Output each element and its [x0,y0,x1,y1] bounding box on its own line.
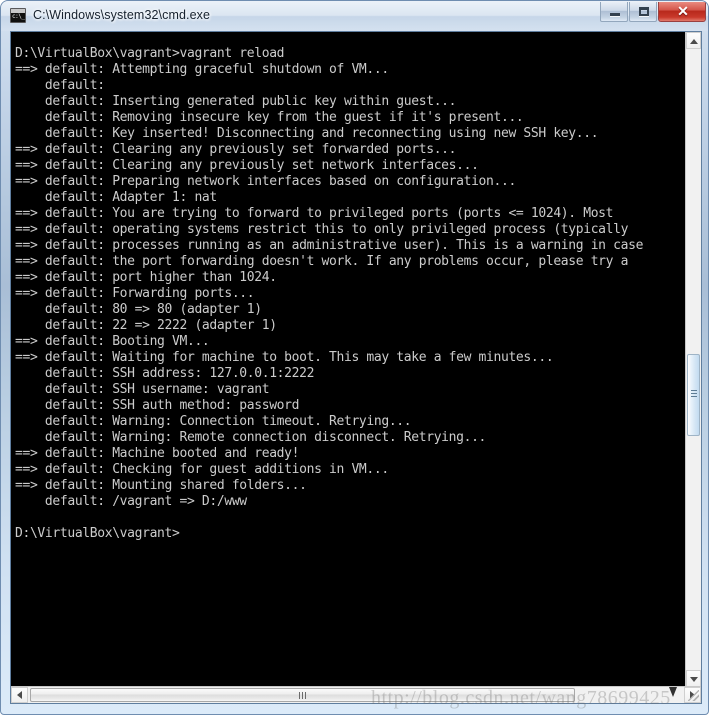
grip-icon [298,692,307,699]
maximize-icon [639,7,649,16]
minimize-button[interactable] [600,2,628,22]
console-line: ==> default: Machine booted and ready! [15,446,300,461]
console-line: ==> default: Clearing any previously set… [15,142,457,157]
window-controls: ✕ [600,2,706,23]
horizontal-scrollbar[interactable] [11,686,701,703]
console-line: D:\VirtualBox\vagrant>vagrant reload [15,46,285,61]
console-line: ==> default: port higher than 1024. [15,270,277,285]
console-line: D:\VirtualBox\vagrant> [15,526,180,541]
console-line: default: 22 => 2222 (adapter 1) [15,318,277,333]
close-button[interactable]: ✕ [658,2,706,22]
console-line: ==> default: Mounting shared folders... [15,478,307,493]
cmd-console-icon: c:\_ [10,8,26,23]
console-text: D:\VirtualBox\vagrant>vagrant reload ==> … [15,46,643,542]
scroll-left-button[interactable] [11,687,28,703]
console-line: default: Adapter 1: nat [15,190,217,205]
window-title: C:\Windows\system32\cmd.exe [33,8,211,22]
scroll-down-button[interactable] [686,670,701,687]
console-line: default: Removing insecure key from the … [15,110,524,125]
console-line: ==> default: Attempting graceful shutdow… [15,62,389,77]
console-line: ==> default: Forwarding ports... [15,286,255,301]
console-line: ==> default: Waiting for machine to boot… [15,350,554,365]
cmd-icon-prompt-glyph: c:\_ [12,13,25,20]
console-line: ==> default: operating systems restrict … [15,222,629,237]
close-icon: ✕ [677,3,689,19]
console-line: ==> default: Clearing any previously set… [15,158,479,173]
chevron-left-icon [17,691,22,699]
console-line: default: Key inserted! Disconnecting and… [15,126,599,141]
vertical-scrollbar[interactable] [685,32,701,687]
console-line: ==> default: You are trying to forward t… [15,206,614,221]
console-line: ==> default: Checking for guest addition… [15,462,389,477]
console-line: ==> default: Preparing network interface… [15,174,516,189]
console-line: default: SSH username: vagrant [15,382,270,397]
minimize-icon [610,13,620,16]
maximize-button[interactable] [629,2,657,22]
console-output-surface[interactable]: D:\VirtualBox\vagrant>vagrant reload ==> … [11,32,686,687]
horizontal-scrollbar-thumb[interactable] [30,688,575,702]
console-line: ==> default: the port forwarding doesn't… [15,254,629,269]
title-bar[interactable]: c:\_ C:\Windows\system32\cmd.exe ✕ [1,1,708,30]
console-line: default: 80 => 80 (adapter 1) [15,302,262,317]
console-line: default: Inserting generated public key … [15,94,457,109]
console-line: default: SSH auth method: password [15,398,300,413]
window-resize-grip[interactable] [688,690,699,701]
console-line: default: /vagrant => D:/www [15,494,247,509]
console-line: default: Warning: Connection timeout. Re… [15,414,412,429]
console-line: default: Warning: Remote connection disc… [15,430,487,445]
scroll-up-button[interactable] [686,32,701,49]
grip-icon [691,390,697,398]
chevron-down-icon [690,677,698,682]
console-line: default: SSH address: 127.0.0.1:2222 [15,366,315,381]
chevron-up-icon [690,39,698,44]
console-line: default: [15,78,105,93]
console-line: ==> default: Booting VM... [15,334,210,349]
vertical-scrollbar-thumb[interactable] [687,354,700,436]
console-line: ==> default: processes running as an adm… [15,238,644,253]
cmd-window: c:\_ C:\Windows\system32\cmd.exe ✕ D:\Vi… [0,0,709,715]
console-client-area: D:\VirtualBox\vagrant>vagrant reload ==> … [10,31,702,704]
mouse-cursor-icon [669,687,677,697]
